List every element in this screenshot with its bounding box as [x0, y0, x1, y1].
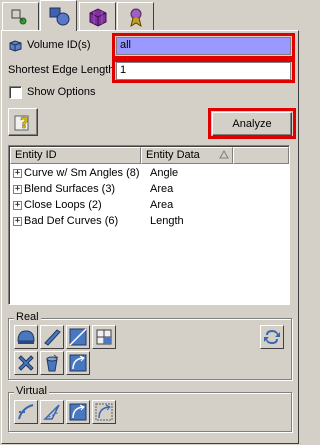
- curve-arrow-icon: [69, 354, 87, 372]
- row-data: Angle: [150, 167, 179, 179]
- virtual-tweak-button[interactable]: [92, 400, 116, 424]
- collapse-curve-button[interactable]: [66, 325, 90, 349]
- mesh-cube-icon: [89, 7, 106, 27]
- composite-surface-icon: [17, 330, 35, 344]
- split-surface-button[interactable]: [92, 325, 116, 349]
- virtual-partition-button[interactable]: [40, 400, 64, 424]
- row-name: Close Loops (2): [24, 199, 102, 211]
- blend-diagonal-icon: [44, 329, 61, 346]
- real-group-title: Real: [14, 311, 41, 323]
- triangle-surface-icon: [69, 328, 87, 346]
- shortest-edge-label: Shortest Edge Length: [8, 64, 115, 76]
- tab-mesh[interactable]: [79, 2, 116, 30]
- help-question-icon: ?: [14, 114, 29, 132]
- geometry-vertex-icon: [11, 9, 26, 24]
- column-header-blank: [233, 147, 289, 164]
- expand-icon[interactable]: +: [13, 217, 22, 226]
- delete-button[interactable]: [14, 351, 38, 375]
- table-row[interactable]: + Close Loops (2) Area: [13, 198, 283, 214]
- table-row[interactable]: + Curve w/ Sm Angles (8) Angle: [13, 166, 283, 182]
- analyze-highlight: [208, 108, 296, 139]
- split-grid-icon: [96, 329, 112, 345]
- expand-icon[interactable]: +: [13, 185, 22, 194]
- virtual-collapse-button[interactable]: [66, 400, 90, 424]
- delete-x-icon: [18, 355, 34, 371]
- virtual-surface-arrow-icon: [69, 403, 87, 421]
- volume-id-highlight: [112, 33, 295, 59]
- row-data: Area: [150, 199, 174, 211]
- expand-icon[interactable]: +: [13, 201, 22, 210]
- refresh-arrows-icon: [264, 330, 280, 344]
- results-table[interactable]: Entity ID Entity Data + Curve w/ Sm Angl…: [8, 145, 290, 305]
- quality-ribbon-icon: [129, 8, 142, 27]
- blend-remove-button[interactable]: [40, 325, 64, 349]
- column-header-entity-id[interactable]: Entity ID: [10, 147, 141, 164]
- virtual-triangle-icon: [43, 404, 60, 420]
- row-data: Area: [150, 183, 174, 195]
- row-name: Curve w/ Sm Angles (8): [24, 167, 140, 179]
- tab-volume[interactable]: [40, 0, 77, 31]
- virtual-curve-icon: [18, 404, 34, 420]
- help-button[interactable]: ?: [8, 108, 38, 136]
- svg-text:?: ?: [20, 114, 29, 132]
- shortest-edge-highlight: [112, 59, 295, 83]
- volume-shapes-icon: [49, 7, 69, 26]
- show-options-label: Show Options: [27, 86, 96, 98]
- volume-id-label: Volume ID(s): [27, 39, 91, 51]
- tab-quality[interactable]: [117, 2, 154, 30]
- tweak-curve-button[interactable]: [66, 351, 90, 375]
- table-row[interactable]: + Bad Def Curves (6) Length: [13, 214, 283, 230]
- composite-surface-button[interactable]: [14, 325, 38, 349]
- tab-geometry[interactable]: [2, 2, 39, 30]
- row-data: Length: [150, 215, 184, 227]
- refresh-button[interactable]: [260, 325, 284, 349]
- virtual-outline-arrow-icon: [95, 403, 113, 421]
- expand-icon[interactable]: +: [13, 169, 22, 178]
- clean-surface-button[interactable]: [40, 351, 64, 375]
- row-name: Bad Def Curves (6): [24, 215, 119, 227]
- sort-triangle-icon: [219, 149, 229, 162]
- show-options-checkbox[interactable]: [9, 86, 22, 99]
- virtual-composite-button[interactable]: [14, 400, 38, 424]
- virtual-group-title: Virtual: [14, 385, 49, 397]
- table-row[interactable]: + Blend Surfaces (3) Area: [13, 182, 283, 198]
- volume-cube-icon: [9, 40, 22, 52]
- row-name: Blend Surfaces (3): [24, 183, 116, 195]
- bucket-icon: [46, 354, 59, 372]
